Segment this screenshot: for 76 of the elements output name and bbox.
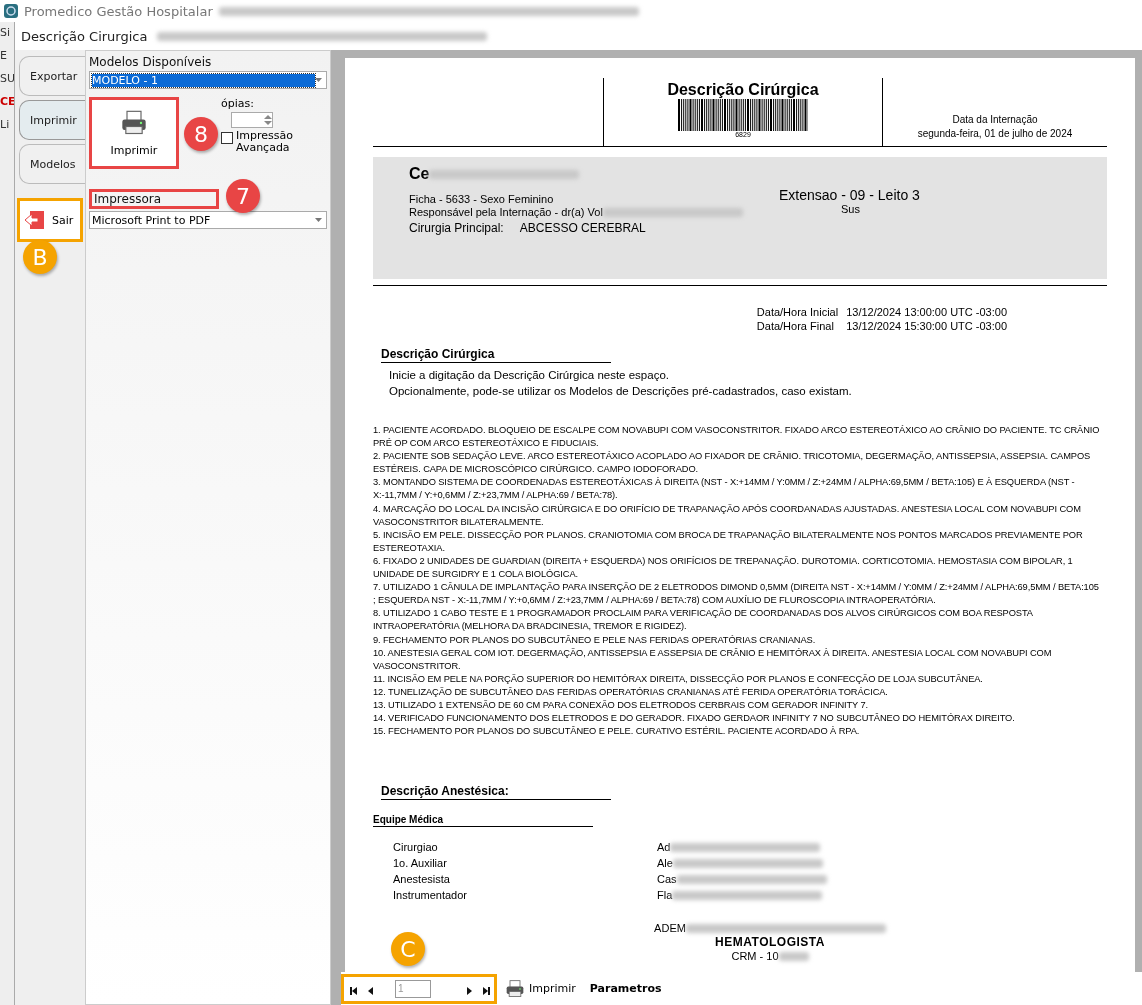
printer-icon — [505, 978, 525, 999]
team-role: Cirurgiao — [393, 841, 439, 854]
app-logo-icon — [4, 4, 18, 18]
patient-name: Ce — [409, 165, 430, 183]
procedure-step: 4. MARCAÇÃO DO LOCAL DA INCISÃO CIRÚRGICA E DO ORIFÍCIO DE TRAPANAÇÃO APÓS COORDANADAS AJUSTADAS. ANESTESIA LOCAL COM NOVABUPI COM VASOCONSTRITOR BILATERALMENTE. — [373, 502, 1101, 529]
procedure-step: 12. TUNELIZAÇÃO DE SUBCUTÂNEO DAS FERIDAS OPERATÓRIAS CRANIANAS ATÉ FERIDA OPERATÓRIA TORÁCICA. — [373, 685, 1101, 699]
team-member: Ad — [657, 841, 671, 854]
menu-item[interactable]: Si — [0, 26, 14, 39]
blurred-text — [778, 951, 809, 961]
section-title: Descrição Anestésica: — [381, 784, 611, 801]
procedure-step: 6. FIXADO 2 UNIDADES DE GUARDIAN (DIREITA + ESQUERDA) NOS ORIFÍCIOS DE TREPANAÇÃO. DUROTOMIA. CORTICOTOMIA. HEMOSTASIA COM BIPOLAR, 1 UNIDADE DE SURGIDRY E 1 COLA BIOLÓGICA. — [373, 554, 1101, 582]
time-value: 13/12/2024 15:30:00 UTC -03:00 — [846, 319, 1007, 333]
side-tab[interactable]: Modelos — [19, 144, 85, 184]
printer-icon — [120, 108, 148, 137]
team-role: Anestesista — [393, 873, 451, 886]
procedure-step: 9. FECHAMENTO POR PLANOS DO SUBCUTÂNEO E PELE NAS FERIDAS OPERATÓRIAS CRANIANAS. — [373, 633, 1101, 647]
procedure-step: 3. MONTANDO SISTEMA DE COORDENADAS ESTEREOTÁXICAS À DIREITA (NST - X:+14MM / Y:0MM / Z:+24MM / ALPHA:69,5MM / BETA:105) E À ESQUERDA (NST - X:-11,7MM / Y:+0,6MM / Z:+23,7MM / ALPHA:69 / BETA:78). — [373, 476, 1101, 503]
print-button[interactable]: Imprimir — [89, 97, 179, 169]
print-button[interactable]: Imprimir — [505, 978, 576, 999]
procedure-step: 8. UTILIZADO 1 CABO TESTE E 1 PROGRAMADOR PROCLAIM PARA VERIFICAÇÃO DE COORDANADAS DOS ALVOS CIRÚRGICOS COM BOA RESPOSTA INTRAOPERATÓRIA (MELHORA DA BRADCINESIA, TREMOR E RIGIDEZ). — [373, 607, 1101, 634]
background-text: SU — [0, 72, 14, 85]
time-value: 13/12/2024 13:00:00 UTC -03:00 — [846, 305, 1007, 319]
checkbox-label: Impressão Avançada — [236, 130, 294, 154]
callout-badge: B — [23, 240, 57, 274]
intro-text: Inicie a digitação da Descrição Cirúrgica neste espaço. — [389, 368, 670, 383]
procedure-step: 1. PACIENTE ACORDADO. BLOQUEIO DE ESCALPE COM NOVABUPI COM VASOCONSTRITOR. FIXADO ARCO ESTEREOTÁXICO AO CRÂNIO DO PACIENTE. TC CRÂNIO PRÉ OP COM ARCO ESTEREOTÁXICO E FIDUCIAIS. — [373, 424, 1101, 451]
procedure-step: 13. UTILIZADO 1 EXTENSÃO DE 60 CM PARA CONEXÃO DOS ELETRODOS CERBRAIS COM GERADOR INFINITY 7. — [373, 698, 1101, 713]
procedure-step: 7. UTILIZADO 1 CÂNULA DE IMPLANTAÇÃO PARA INSERÇÃO DE 2 ELETRODOS DIMOND 0,5MM (DIREITA NST - X:+14MM / Y:0MM / Z:+24MM / ALPHA:69,5MM / BETA:105 ; ESQUERDA NST - X:-11,7MM / Y:+0,6MM / Z:+23,7MM / ALPHA:69 / BETA:78) COM AUXÍLIO DE FLUROSCOPIA INTRAOPERATÓRIA. — [373, 581, 1101, 608]
signature-crm: CRM - 10 — [731, 949, 779, 964]
intro-text: Opcionalmente, pode-se utilizar os Modelos de Descrições pré-cadastrados, caso existam. — [389, 384, 853, 399]
exit-button[interactable]: Sair — [17, 198, 83, 242]
team-role: Instrumentador — [393, 889, 468, 902]
dialog-title: Descrição Cirurgica — [21, 28, 148, 44]
printer-dropdown[interactable]: Microsoft Print to PDF — [89, 211, 327, 229]
team-member: Cas — [657, 873, 677, 886]
field-label: ópias: — [221, 97, 255, 110]
procedure-step: 14. VERIFICADO FUNCIONAMENTO DOS ELETRODOS E DO GERADOR. FIXADO GERDAOR INFINITY 7 NO SUBCUTÂNEO DO HEMITÓRAX DIREITO. — [373, 712, 1101, 726]
caret-icon — [315, 78, 322, 82]
signature-name: ADEM — [654, 921, 686, 936]
side-tab[interactable]: Imprimir — [19, 100, 85, 140]
bed-location: Extensao - 09 - Leito 3 — [779, 187, 920, 203]
time-label: Data/Hora Inicial — [756, 305, 839, 319]
team-title: Equipe Médica — [373, 814, 593, 828]
admission-label: Data da Internação — [952, 113, 1038, 127]
caret-icon — [315, 218, 322, 222]
exit-icon — [24, 209, 46, 231]
procedure-step: 11. INCISÃO EM PELE NA PORÇÃO SUPERIOR DO HEMITÓRAX DIREITA, DISSECÇÃO POR PLANOS E CONFECÇÃO DE LOJA SUBCUTÂNEA. — [373, 672, 1101, 686]
admission-date: segunda-feira, 01 de julho de 2024 — [917, 127, 1073, 141]
field-label: Modelos Disponíveis — [89, 55, 213, 69]
checkbox[interactable] — [221, 132, 233, 144]
field-label: Impressora — [89, 189, 219, 209]
report-title: Descrição Cirúrgica — [667, 81, 819, 99]
procedure-step: 15. FECHAMENTO POR PLANOS DO SUBCUTÂNEO E PELE. CURATIVO ESTÉRIL. PACIENTE ACORDADO À RPA. — [373, 725, 1101, 739]
surgery-value: ABCESSO CEREBRAL — [519, 221, 646, 235]
parameters-button[interactable]: Parametros — [589, 982, 662, 995]
side-tab[interactable]: Exportar — [19, 56, 85, 96]
responsible-doctor: Responsável pela Internação - dr(a) Vol — [409, 206, 603, 219]
time-label: Data/Hora Final — [756, 319, 835, 333]
patient-record: Ficha - 5633 - Sexo Feminino — [409, 193, 554, 206]
team-member: Ale — [657, 857, 673, 870]
procedure-step: 5. INCISÃO EM PELE. DISSECÇÃO POR PLANOS. CRANIOTOMIA COM BROCA DE TRAPANAÇÃO BILATERALMENTE NOS PONTOS MARCADOS PREVIAMENTE POR ESTEREOTAXIA. — [373, 528, 1101, 555]
procedure-step: 2. PACIENTE SOB SEDAÇÃO LEVE. ARCO ESTEREOTÁXICO ACOPLADO AO FIXADOR DE CRÂNIO. TRICOTOMIA, DEGERMAÇÃO, ANTISSEPSIA, ASSEPSIA. CAMPOS ESTÉREIS. CAPA DE MICROSCÓPICO CIRÚRGICO. CAMPO IODOFORADO. — [373, 450, 1101, 477]
app-title: Promedico Gestão Hospitalar — [24, 3, 213, 19]
model-dropdown[interactable]: MODELO - 1 — [89, 71, 327, 89]
callout-badge: 8 — [184, 117, 218, 151]
background-text: E — [0, 49, 8, 62]
background-text: CE — [0, 95, 14, 108]
callout-badge: 7 — [226, 179, 260, 213]
team-member: Fla — [657, 889, 673, 902]
health-plan: Sus — [841, 203, 860, 215]
signature-specialty: HEMATOLOGISTA — [715, 935, 825, 950]
team-role: 1o. Auxiliar — [393, 857, 448, 870]
surgery-label: Cirurgia Principal: — [409, 221, 504, 235]
background-text: Li — [0, 118, 11, 131]
section-title: Descrição Cirúrgica — [381, 347, 611, 363]
procedure-step: 10. ANESTESIA GERAL COM IOT. DEGERMAÇÃO, ANTISSEPSIA E ASSEPSIA DE CRÂNIO E HEMITÓRAX À DIREITA. ANESTESIA LOCAL COM NOVABUPI COM VASOCONSTRITOR. — [373, 646, 1101, 673]
